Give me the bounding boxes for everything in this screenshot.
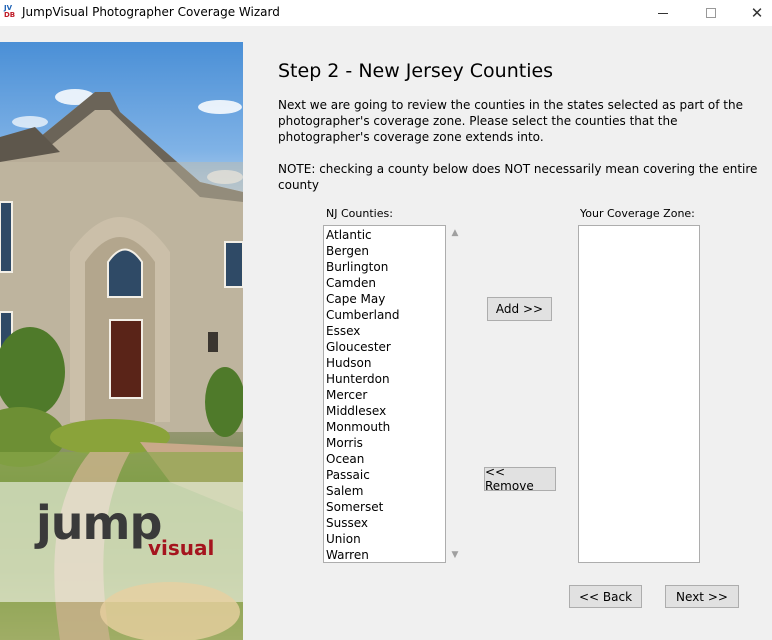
logo-visual-text: visual — [148, 536, 215, 560]
app-icon-bottom-text: DB — [4, 11, 16, 19]
close-button[interactable]: ✕ — [734, 0, 772, 26]
county-list-item[interactable]: Sussex — [324, 515, 445, 531]
county-list-item[interactable]: Somerset — [324, 499, 445, 515]
county-list-item[interactable]: Bergen — [324, 243, 445, 259]
county-list-item[interactable]: Morris — [324, 435, 445, 451]
county-list-item[interactable]: Hudson — [324, 355, 445, 371]
coverage-zone-listbox[interactable] — [578, 225, 700, 563]
county-list-item[interactable]: Union — [324, 531, 445, 547]
county-list-item[interactable]: Hunterdon — [324, 371, 445, 387]
maximize-icon — [706, 8, 716, 18]
nj-counties-list: Atlantic Bergen Burlington Camden Cape May Cu… — [324, 226, 445, 562]
next-button[interactable]: Next >> — [665, 585, 739, 608]
title-bar: JV DB JumpVisual Photographer Coverage W… — [0, 0, 772, 26]
county-list-item[interactable]: Passaic — [324, 467, 445, 483]
window-title: JumpVisual Photographer Coverage Wizard — [22, 5, 280, 19]
add-button[interactable]: Add >> — [487, 297, 552, 321]
step-title: Step 2 - New Jersey Counties — [278, 60, 554, 82]
remove-button[interactable]: << Remove — [484, 465, 556, 493]
county-list-item[interactable]: Gloucester — [324, 339, 445, 355]
county-list-item[interactable]: Mercer — [324, 387, 445, 403]
back-button[interactable]: << Back — [569, 585, 642, 608]
jumpvisual-logo: jump visual — [36, 496, 214, 560]
county-list-item[interactable]: Camden — [324, 275, 445, 291]
app-icon: JV DB — [4, 5, 18, 21]
nj-counties-scrollbar[interactable]: ▲ ▼ — [447, 225, 463, 563]
scroll-down-icon[interactable]: ▼ — [447, 547, 463, 563]
scroll-up-icon[interactable]: ▲ — [447, 225, 463, 241]
close-icon: ✕ — [750, 4, 764, 22]
county-list-item[interactable]: Atlantic — [324, 227, 445, 243]
county-list-item[interactable]: Cape May — [324, 291, 445, 307]
county-list-item[interactable]: Burlington — [324, 259, 445, 275]
side-banner-image: jump visual — [0, 42, 243, 640]
maximize-button[interactable] — [688, 0, 734, 26]
nj-counties-listbox[interactable]: Atlantic Bergen Burlington Camden Cape May Cu… — [323, 225, 446, 563]
county-list-item[interactable]: Essex — [324, 323, 445, 339]
county-list-item[interactable]: Monmouth — [324, 419, 445, 435]
intro-text: Next we are going to review the counties… — [278, 98, 743, 144]
note-text: NOTE: checking a county below does NOT n… — [278, 162, 758, 192]
minimize-button[interactable] — [640, 0, 686, 26]
county-list-item[interactable]: Cumberland — [324, 307, 445, 323]
nj-counties-label: NJ Counties: — [326, 207, 393, 220]
coverage-zone-label: Your Coverage Zone: — [580, 207, 695, 220]
county-list-item[interactable]: Middlesex — [324, 403, 445, 419]
minimize-icon — [658, 12, 668, 14]
county-list-item[interactable]: Salem — [324, 483, 445, 499]
logo-jump-text: jump — [36, 496, 162, 550]
county-list-item[interactable]: Warren — [324, 547, 445, 562]
county-list-item[interactable]: Ocean — [324, 451, 445, 467]
